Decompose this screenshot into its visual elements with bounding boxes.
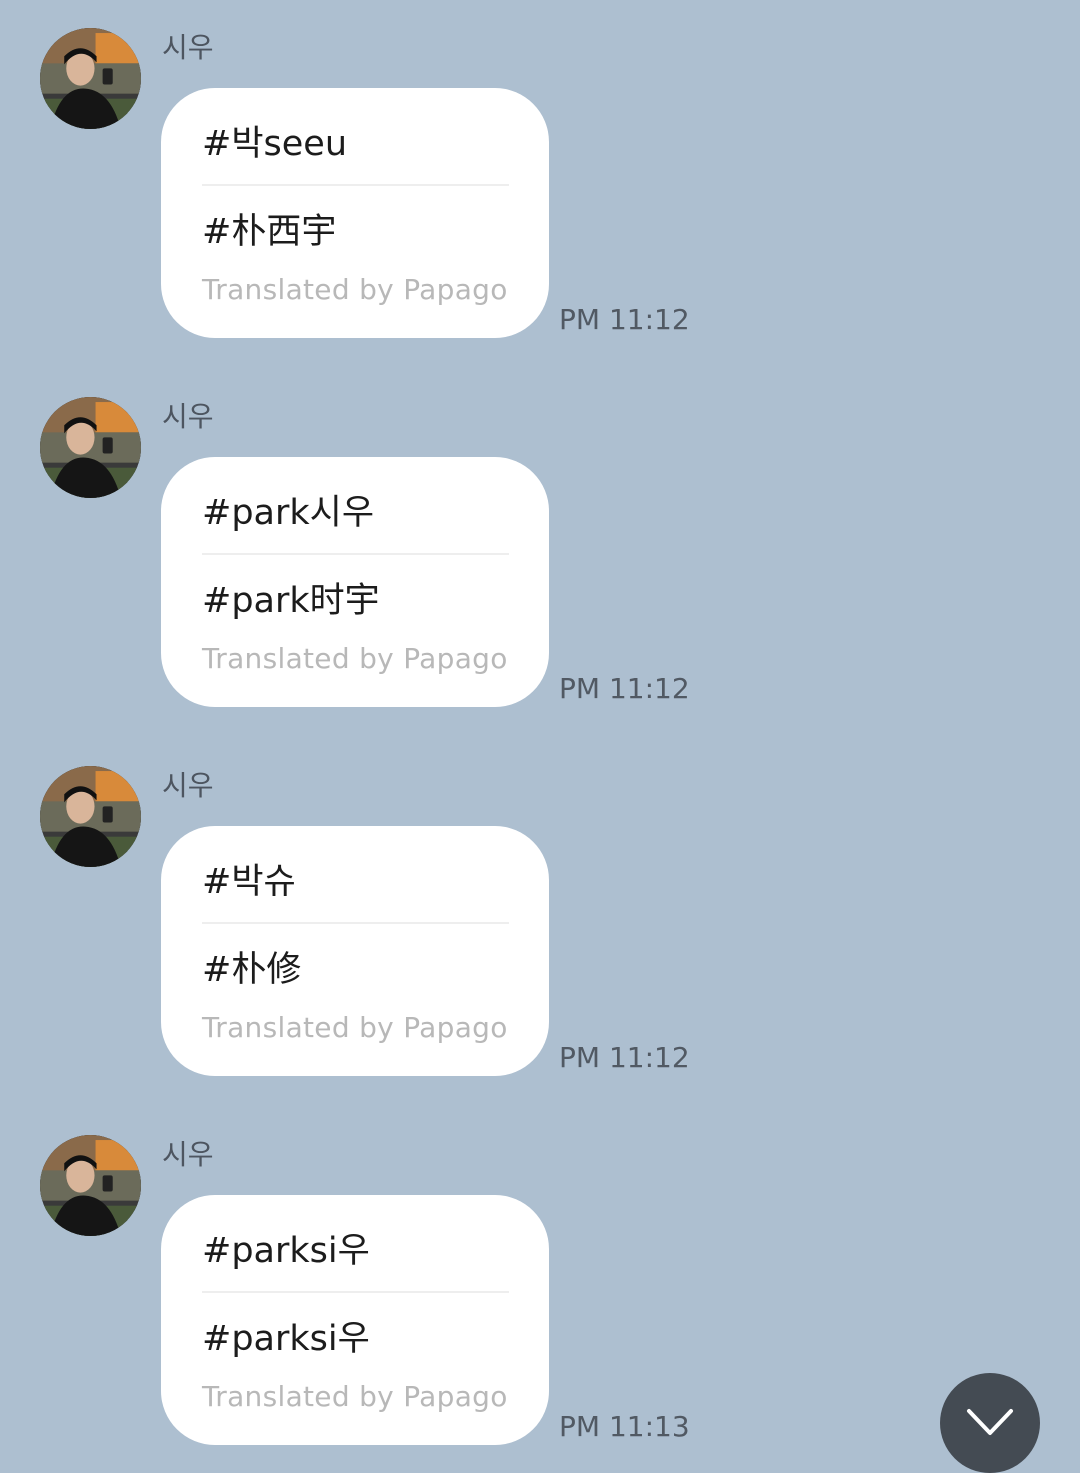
- chat-message: 시우 #박seeu #朴西宇 Translated by Papago PM 1…: [0, 28, 1080, 348]
- chat-message: 시우 #park시우 #park时宇 Translated by Papago …: [0, 397, 1080, 717]
- chat-message: 시우 #박슈 #朴修 Translated by Papago PM 11:12: [0, 766, 1080, 1086]
- translation-credit: Translated by Papago: [202, 273, 508, 306]
- avatar[interactable]: [40, 28, 141, 129]
- avatar-photo: [40, 28, 141, 129]
- translation-credit: Translated by Papago: [202, 1380, 508, 1413]
- avatar-photo: [40, 1135, 141, 1236]
- translated-text: #park时宇: [202, 581, 380, 621]
- timestamp: PM 11:12: [559, 303, 690, 336]
- timestamp: PM 11:12: [559, 1041, 690, 1074]
- translation-credit: Translated by Papago: [202, 642, 508, 675]
- message-text: #박seeu: [202, 124, 348, 164]
- avatar[interactable]: [40, 766, 141, 867]
- message-text: #박슈: [202, 862, 296, 902]
- divider: [202, 184, 509, 186]
- avatar[interactable]: [40, 1135, 141, 1236]
- sender-name: 시우: [162, 400, 214, 433]
- avatar-photo: [40, 397, 141, 498]
- chevron-down-icon: [967, 1409, 1013, 1435]
- message-bubble[interactable]: #park시우 #park时宇 Translated by Papago: [161, 457, 549, 707]
- chat-message: 시우 #parksi우 #parksi우 Translated by Papag…: [0, 1135, 1080, 1455]
- scroll-to-bottom-button[interactable]: [940, 1373, 1040, 1473]
- message-text: #park시우: [202, 493, 375, 533]
- divider: [202, 922, 509, 924]
- divider: [202, 1291, 509, 1293]
- divider: [202, 553, 509, 555]
- translated-text: #朴西宇: [202, 212, 337, 252]
- avatar-photo: [40, 766, 141, 867]
- message-bubble[interactable]: #parksi우 #parksi우 Translated by Papago: [161, 1195, 549, 1445]
- translated-text: #parksi우: [202, 1319, 370, 1359]
- translation-credit: Translated by Papago: [202, 1011, 508, 1044]
- sender-name: 시우: [162, 769, 214, 802]
- message-bubble[interactable]: #박슈 #朴修 Translated by Papago: [161, 826, 549, 1076]
- message-text: #parksi우: [202, 1231, 370, 1271]
- sender-name: 시우: [162, 1138, 214, 1171]
- avatar[interactable]: [40, 397, 141, 498]
- timestamp: PM 11:12: [559, 672, 690, 705]
- sender-name: 시우: [162, 31, 214, 64]
- timestamp: PM 11:13: [559, 1410, 690, 1443]
- translated-text: #朴修: [202, 950, 302, 990]
- message-bubble[interactable]: #박seeu #朴西宇 Translated by Papago: [161, 88, 549, 338]
